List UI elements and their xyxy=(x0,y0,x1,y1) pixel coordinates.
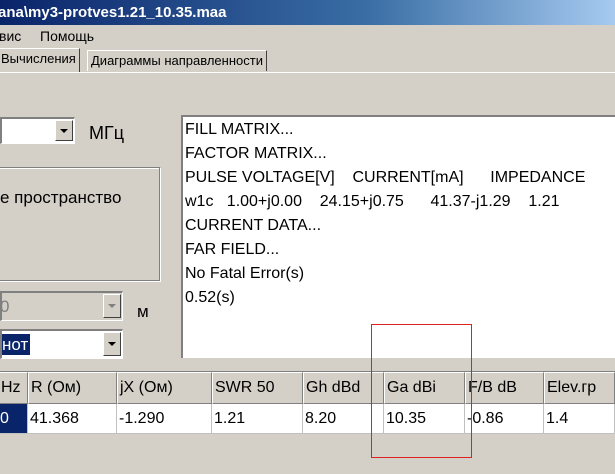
column-header-elevation[interactable]: Elev.гр xyxy=(544,372,615,404)
output-line: FACTOR MATRIX... xyxy=(185,145,327,162)
column-header-ga[interactable]: Ga dBi xyxy=(384,372,465,404)
table-cell-swr[interactable]: 1.21 xyxy=(212,404,303,434)
height-value: 0 xyxy=(0,297,10,316)
output-line: FILL MATRIX... xyxy=(185,121,294,138)
table-cell-gh[interactable]: 8.20 xyxy=(303,404,384,434)
column-header-fb[interactable]: F/B dB xyxy=(465,372,544,404)
menu-service[interactable]: вис xyxy=(0,28,21,44)
output-line: w1c 1.00+j0.00 24.15+j0.75 41.37-j1.29 1… xyxy=(185,193,560,210)
environment-label[interactable]: е пространство xyxy=(0,188,121,208)
table-cell-frequency[interactable]: 0 xyxy=(0,404,28,434)
tab-divider xyxy=(0,72,615,73)
output-line: No Fatal Error(s) xyxy=(185,265,305,282)
table-cell-r[interactable]: 41.368 xyxy=(28,404,117,434)
menu-bar: вис Помощь xyxy=(0,25,615,47)
chevron-down-icon xyxy=(60,128,68,133)
height-dropdown-button[interactable] xyxy=(103,294,121,318)
column-header-swr[interactable]: SWR 50 xyxy=(212,372,303,404)
output-line: FAR FIELD... xyxy=(185,241,280,258)
ground-dropdown-button[interactable] xyxy=(103,332,121,356)
output-line: CURRENT DATA... xyxy=(185,217,322,234)
table-cell-elevation[interactable]: 1.4 xyxy=(544,404,615,434)
table-cell-fb[interactable]: -0.86 xyxy=(465,404,544,434)
environment-group xyxy=(0,167,161,282)
ground-select[interactable]: нот xyxy=(0,329,123,359)
tab-strip: Вычисления Диаграммы направленности xyxy=(0,48,615,72)
height-select[interactable]: 0 xyxy=(0,291,123,321)
frequency-unit: МГц xyxy=(89,123,125,143)
window-title: ana\my3-protves1.21_10.35.maa xyxy=(0,4,227,21)
menu-help[interactable]: Помощь xyxy=(40,28,94,44)
output-line: PULSE VOLTAGE[V] CURRENT[mA] IMPEDANCE xyxy=(185,169,586,186)
column-header-jx[interactable]: jX (Ом) xyxy=(117,372,212,404)
chevron-down-icon xyxy=(108,304,116,308)
table-cell-ga[interactable]: 10.35 xyxy=(384,404,465,434)
column-header-gh[interactable]: Gh dBd xyxy=(303,372,384,404)
calculation-output[interactable]: FILL MATRIX... FACTOR MATRIX... PULSE VO… xyxy=(181,115,615,358)
column-header-frequency[interactable]: Hz xyxy=(0,372,28,404)
height-unit: м xyxy=(137,302,149,321)
results-table: Hz R (Ом) jX (Ом) SWR 50 Gh dBd Ga dBi F… xyxy=(0,371,615,441)
title-bar[interactable]: ana\my3-protves1.21_10.35.maa xyxy=(0,0,615,25)
chevron-down-icon xyxy=(108,342,116,346)
table-cell-jx[interactable]: -1.290 xyxy=(117,404,212,434)
column-header-r[interactable]: R (Ом) xyxy=(28,372,117,404)
tab-calculations[interactable]: Вычисления xyxy=(0,48,80,72)
ground-value: нот xyxy=(2,334,31,355)
tab-radiation-patterns[interactable]: Диаграммы направленности xyxy=(87,50,267,71)
output-line: 0.52(s) xyxy=(185,289,235,306)
frequency-select[interactable] xyxy=(0,117,75,144)
frequency-dropdown-button[interactable] xyxy=(55,120,73,141)
